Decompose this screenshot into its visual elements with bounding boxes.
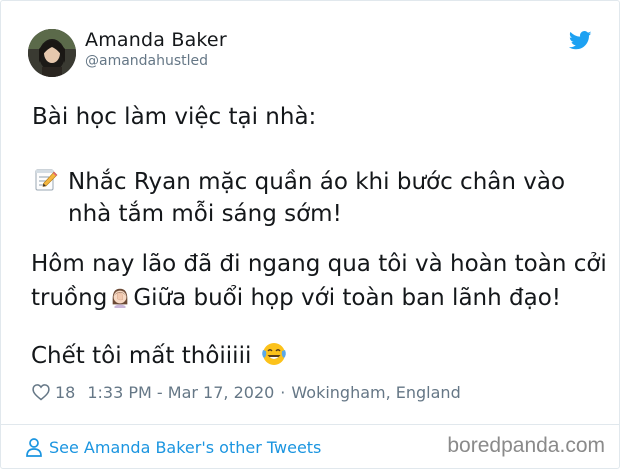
tweet-timestamp[interactable]: 1:33 PM - Mar 17, 2020 <box>87 383 274 402</box>
tweet-text-line: truồng Giữa buổi họp với toàn ban lãnh đ… <box>31 283 561 313</box>
avatar[interactable] <box>28 29 76 77</box>
woman-facepalming-icon <box>112 288 128 308</box>
twitter-bird-icon[interactable] <box>569 31 592 50</box>
memo-icon <box>35 169 58 191</box>
tweet-text-line: nhà tắm mỗi sáng sớm! <box>68 201 342 227</box>
see-other-tweets-label: See Amanda Baker's other Tweets <box>49 437 322 457</box>
face-with-tears-of-joy-icon <box>262 343 287 365</box>
avatar-photo <box>28 29 76 77</box>
divider <box>1 424 619 425</box>
see-other-tweets-link[interactable]: See Amanda Baker's other Tweets <box>25 437 321 457</box>
author-display-name[interactable]: Amanda Baker <box>85 29 227 51</box>
tweet-text-fragment: truồng <box>31 285 108 311</box>
tweet-text-line: Hôm nay lão đã đi ngang qua tôi và hoàn … <box>31 251 607 277</box>
like-count[interactable]: 18 <box>55 383 75 402</box>
tweet-location[interactable]: Wokingham, England <box>291 383 460 402</box>
tweet-text-line: Chết tôi mất thôiiiii <box>31 341 287 371</box>
tweet-text-fragment: Chết tôi mất thôiiiii <box>31 343 252 369</box>
meta-separator: · <box>280 382 286 402</box>
tweet-meta: 18 1:33 PM - Mar 17, 2020 · Wokingham, E… <box>31 380 461 404</box>
watermark: boredpanda.com <box>447 434 605 457</box>
tweet-text-fragment: Giữa buổi họp với toàn ban lãnh đạo! <box>133 285 561 311</box>
author-handle[interactable]: @amandahustled <box>85 53 208 69</box>
person-icon <box>26 438 42 457</box>
tweet-text-line: Nhắc Ryan mặc quần áo khi bước chân vào <box>68 169 566 195</box>
tweet-card: Amanda Baker @amandahustled Bài học làm … <box>0 0 620 469</box>
tweet-text-line: Bài học làm việc tại nhà: <box>32 104 317 130</box>
heart-icon[interactable] <box>31 382 51 402</box>
